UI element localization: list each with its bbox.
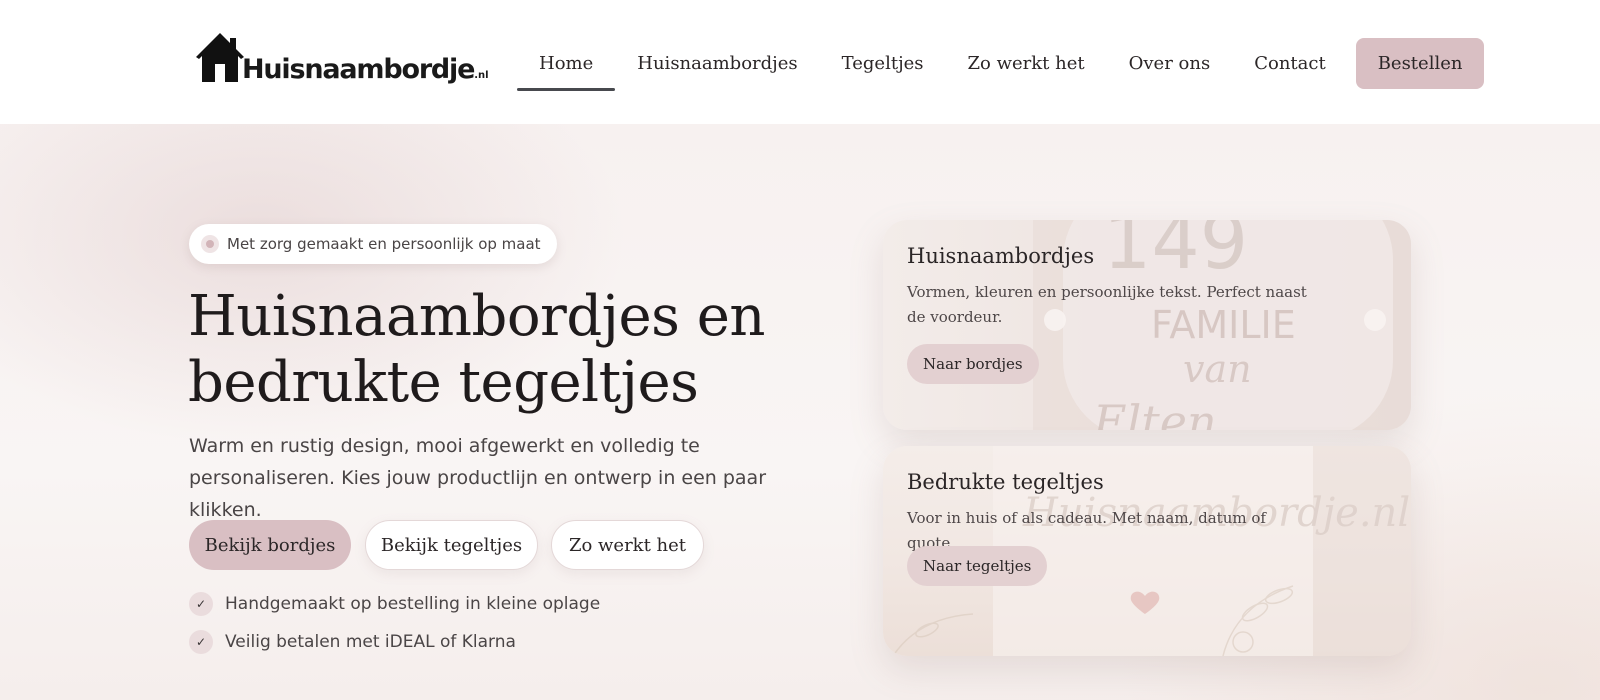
hero-badge-text: Met zorg gemaakt en persoonlijk op maat <box>227 235 541 253</box>
house-icon <box>196 33 244 82</box>
main-nav: Home Huisnaambordjes Tegeltjes Zo werkt … <box>517 37 1485 91</box>
sign-van-text: van <box>1183 347 1252 391</box>
card-title: Bedrukte tegeltjes <box>907 470 1104 494</box>
sign-number: 149 <box>1103 220 1248 286</box>
site-header: Huisnaambordje.nl Home Huisnaambordjes T… <box>0 0 1600 124</box>
check-icon: ✓ <box>189 630 213 654</box>
hero-title-line2: bedrukte tegeltjes <box>188 350 699 415</box>
site-logo[interactable]: Huisnaambordje.nl <box>196 32 489 92</box>
card-title: Huisnaambordjes <box>907 244 1095 268</box>
nav-item-contact[interactable]: Contact <box>1232 37 1347 89</box>
product-card-signs[interactable]: 149 FAMILIE van Elten Huisnaambordjes Vo… <box>883 220 1411 430</box>
to-tiles-button[interactable]: Naar tegeltjes <box>907 546 1048 586</box>
hero-badge: Met zorg gemaakt en persoonlijk op maat <box>189 224 557 264</box>
nav-item-home[interactable]: Home <box>517 37 616 91</box>
feature-item: ✓ Handgemaakt op bestelling in kleine op… <box>189 592 600 616</box>
feature-label: Handgemaakt op bestelling in kleine opla… <box>225 594 601 614</box>
view-signs-button[interactable]: Bekijk bordjes <box>189 520 351 570</box>
hero-subtitle: Warm en rustig design, mooi afgewerkt en… <box>189 435 767 521</box>
logo-text: Huisnaambordje.nl <box>242 54 489 85</box>
feature-label: Veilig betalen met iDEAL of Klarna <box>225 632 516 652</box>
to-signs-button[interactable]: Naar bordjes <box>907 344 1039 384</box>
nav-item-tegeltjes[interactable]: Tegeltjes <box>820 37 946 89</box>
dot-icon <box>201 235 219 253</box>
order-button[interactable]: Bestellen <box>1355 37 1485 89</box>
nav-item-over-ons[interactable]: Over ons <box>1107 37 1233 89</box>
nav-item-huisnaambordjes[interactable]: Huisnaambordjes <box>615 37 819 89</box>
how-it-works-button[interactable]: Zo werkt het <box>551 520 704 570</box>
hero-section: Met zorg gemaakt en persoonlijk op maat … <box>0 124 1600 700</box>
hero-title-line1: Huisnaambordjes en <box>188 284 765 349</box>
feature-item: ✓ Veilig betalen met iDEAL of Klarna <box>189 630 516 654</box>
check-icon: ✓ <box>189 592 213 616</box>
nav-item-zo-werkt-het[interactable]: Zo werkt het <box>946 37 1107 89</box>
view-tiles-button[interactable]: Bekijk tegeltjes <box>365 520 538 570</box>
sign-name-text: Elten <box>1092 395 1217 430</box>
product-card-tiles[interactable]: Huisnaambordje.nl Bedrukte tegeltjes Voo… <box>883 446 1411 656</box>
card-description: Vormen, kleuren en persoonlijke tekst. P… <box>907 283 1307 326</box>
hero-title: Huisnaambordjes en bedrukte tegeltjes <box>188 284 868 416</box>
